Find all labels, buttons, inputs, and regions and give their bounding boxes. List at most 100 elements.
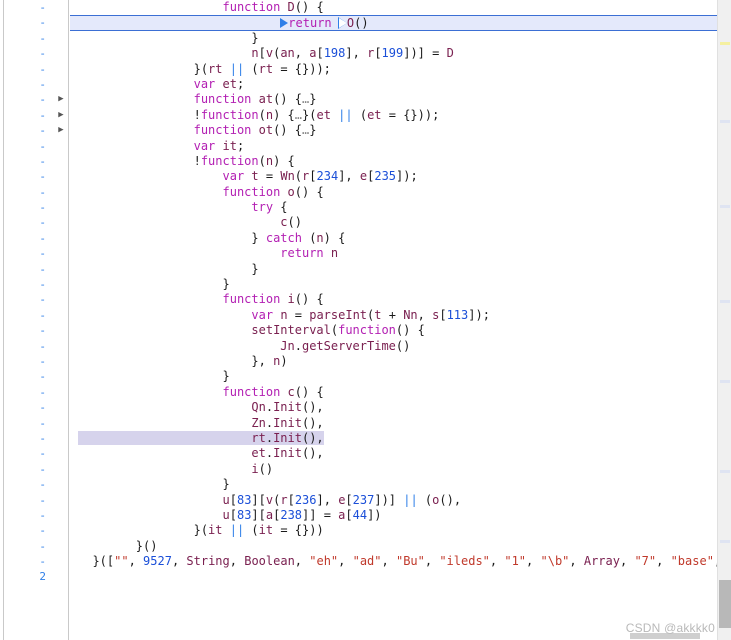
gutter-row[interactable]: - <box>5 369 68 384</box>
code-line[interactable]: function i() { <box>70 292 731 307</box>
code-line[interactable]: } <box>70 31 731 46</box>
gutter-row[interactable]: - <box>5 277 68 292</box>
code-token-pun: ]) <box>367 507 382 522</box>
code-line[interactable]: !function(n) { <box>70 154 731 169</box>
code-line[interactable]: u[83][a[238]] = a[44]) <box>70 508 731 523</box>
code-line[interactable]: } <box>70 477 731 492</box>
vertical-scrollbar-thumb[interactable] <box>719 580 731 628</box>
gutter-row[interactable]: - ▶ <box>5 92 68 107</box>
vertical-scrollbar[interactable] <box>717 0 731 640</box>
gutter-row[interactable]: - <box>5 354 68 369</box>
gutter-row[interactable]: - <box>5 539 68 554</box>
gutter-row[interactable]: - <box>5 339 68 354</box>
gutter-line-marker: - <box>39 16 46 30</box>
code-line[interactable]: } <box>70 262 731 277</box>
editor-gutter[interactable]: - - - - - - - ▶ - ▶ - ▶ - - - - - - - - - - - - - - - - - - - - - - - - - - - -… <box>5 0 69 640</box>
gutter-row[interactable]: - <box>5 400 68 415</box>
gutter-row[interactable]: - <box>5 493 68 508</box>
code-token-num: 235 <box>374 169 397 184</box>
code-line[interactable]: var n = parseInt(t + Nn, s[113]); <box>70 308 731 323</box>
code-token-num: 9527 <box>143 554 172 569</box>
gutter-row[interactable]: - <box>5 554 68 569</box>
gutter-row[interactable]: - <box>5 462 68 477</box>
code-token-pun <box>223 62 230 76</box>
gutter-row[interactable]: - ▶ <box>5 108 68 123</box>
code-line[interactable]: !function(n) {…}(et || (et = {})); <box>70 108 731 123</box>
gutter-row[interactable]: - ▶ <box>5 123 68 138</box>
code-token-kw: function <box>193 123 252 138</box>
code-line-executing[interactable]: return O() <box>70 15 731 31</box>
gutter-row[interactable]: - <box>5 15 68 30</box>
fold-arrow-icon[interactable]: ▶ <box>56 108 66 123</box>
code-line[interactable]: i() <box>70 462 731 477</box>
gutter-row[interactable]: - <box>5 292 68 307</box>
gutter-row[interactable]: - <box>5 477 68 492</box>
code-line[interactable]: }(it || (it = {})) <box>70 523 731 538</box>
code-line[interactable]: n[v(an, a[198], r[199])] = D <box>70 46 731 61</box>
gutter-row[interactable]: - <box>5 508 68 523</box>
gutter-row[interactable]: - <box>5 385 68 400</box>
code-line[interactable]: try { <box>70 200 731 215</box>
gutter-row[interactable]: - <box>5 169 68 184</box>
gutter-row[interactable]: - <box>5 308 68 323</box>
code-editor[interactable]: - - - - - - - ▶ - ▶ - ▶ - - - - - - - - - - - - - - - - - - - - - - - - - - - -… <box>0 0 731 640</box>
gutter-row[interactable]: - <box>5 31 68 46</box>
gutter-row[interactable]: - <box>5 139 68 154</box>
code-line[interactable]: var it; <box>70 139 731 154</box>
code-line[interactable]: Qn.Init(), <box>70 400 731 415</box>
step-marker-filled-icon[interactable] <box>280 18 289 29</box>
code-line[interactable]: var t = Wn(r[234], e[235]); <box>70 169 731 184</box>
gutter-row[interactable]: - <box>5 77 68 92</box>
code-line[interactable]: Zn.Init(), <box>70 416 731 431</box>
gutter-row[interactable]: - <box>5 0 68 15</box>
code-line[interactable]: function c() { <box>70 385 731 400</box>
code-line[interactable]: } <box>70 277 731 292</box>
gutter-row[interactable]: - <box>5 416 68 431</box>
gutter-line-marker: - <box>39 139 46 153</box>
code-line[interactable]: } <box>70 369 731 384</box>
gutter-row[interactable]: - <box>5 262 68 277</box>
gutter-row[interactable]: - <box>5 215 68 230</box>
gutter-row[interactable]: - <box>5 431 68 446</box>
gutter-row[interactable]: - <box>5 246 68 261</box>
fold-arrow-icon[interactable]: ▶ <box>56 92 66 107</box>
gutter-row[interactable]: - <box>5 46 68 61</box>
gutter-row[interactable]: - <box>5 185 68 200</box>
code-line[interactable]: c() <box>70 215 731 230</box>
gutter-row[interactable]: - <box>5 323 68 338</box>
code-line[interactable]: u[83][v(r[236], e[237])] || (o(), <box>70 493 731 508</box>
code-content-area[interactable]: function D() { return O() } n[v(an, a[19… <box>70 0 731 640</box>
code-line[interactable]: }() <box>70 539 731 554</box>
gutter-row[interactable]: - <box>5 446 68 461</box>
gutter-row[interactable]: - <box>5 523 68 538</box>
code-line[interactable]: setInterval(function() { <box>70 323 731 338</box>
code-line[interactable]: } catch (n) { <box>70 231 731 246</box>
gutter-row[interactable]: - <box>5 62 68 77</box>
gutter-row[interactable]: 2 <box>5 569 68 584</box>
code-line[interactable]: }(rt || (rt = {})); <box>70 62 731 77</box>
code-line[interactable]: function at() {…} <box>70 92 731 107</box>
code-line[interactable]: et.Init(), <box>70 446 731 461</box>
code-line[interactable]: return n <box>70 246 731 261</box>
gutter-row[interactable]: - <box>5 154 68 169</box>
horizontal-scrollbar[interactable] <box>70 632 717 640</box>
code-line[interactable]: }(["", 9527, String, Boolean, "eh", "ad"… <box>70 554 731 569</box>
code-line[interactable]: function ot() {…} <box>70 123 731 138</box>
code-line-selected[interactable]: rt.Init(), <box>70 430 731 446</box>
gutter-row[interactable]: - <box>5 200 68 215</box>
code-line[interactable]: Jn.getServerTime() <box>70 339 731 354</box>
code-line[interactable]: function o() { <box>70 185 731 200</box>
code-token-pun: , <box>526 554 541 569</box>
code-line[interactable]: function D() { <box>70 0 731 15</box>
breakpoint-rail[interactable] <box>0 0 4 640</box>
code-line[interactable]: var et; <box>70 77 731 92</box>
fold-arrow-icon[interactable]: ▶ <box>56 123 66 138</box>
gutter-row[interactable]: - <box>5 231 68 246</box>
step-marker-hollow-icon[interactable] <box>337 17 347 30</box>
code-line[interactable]: }, n) <box>70 354 731 369</box>
